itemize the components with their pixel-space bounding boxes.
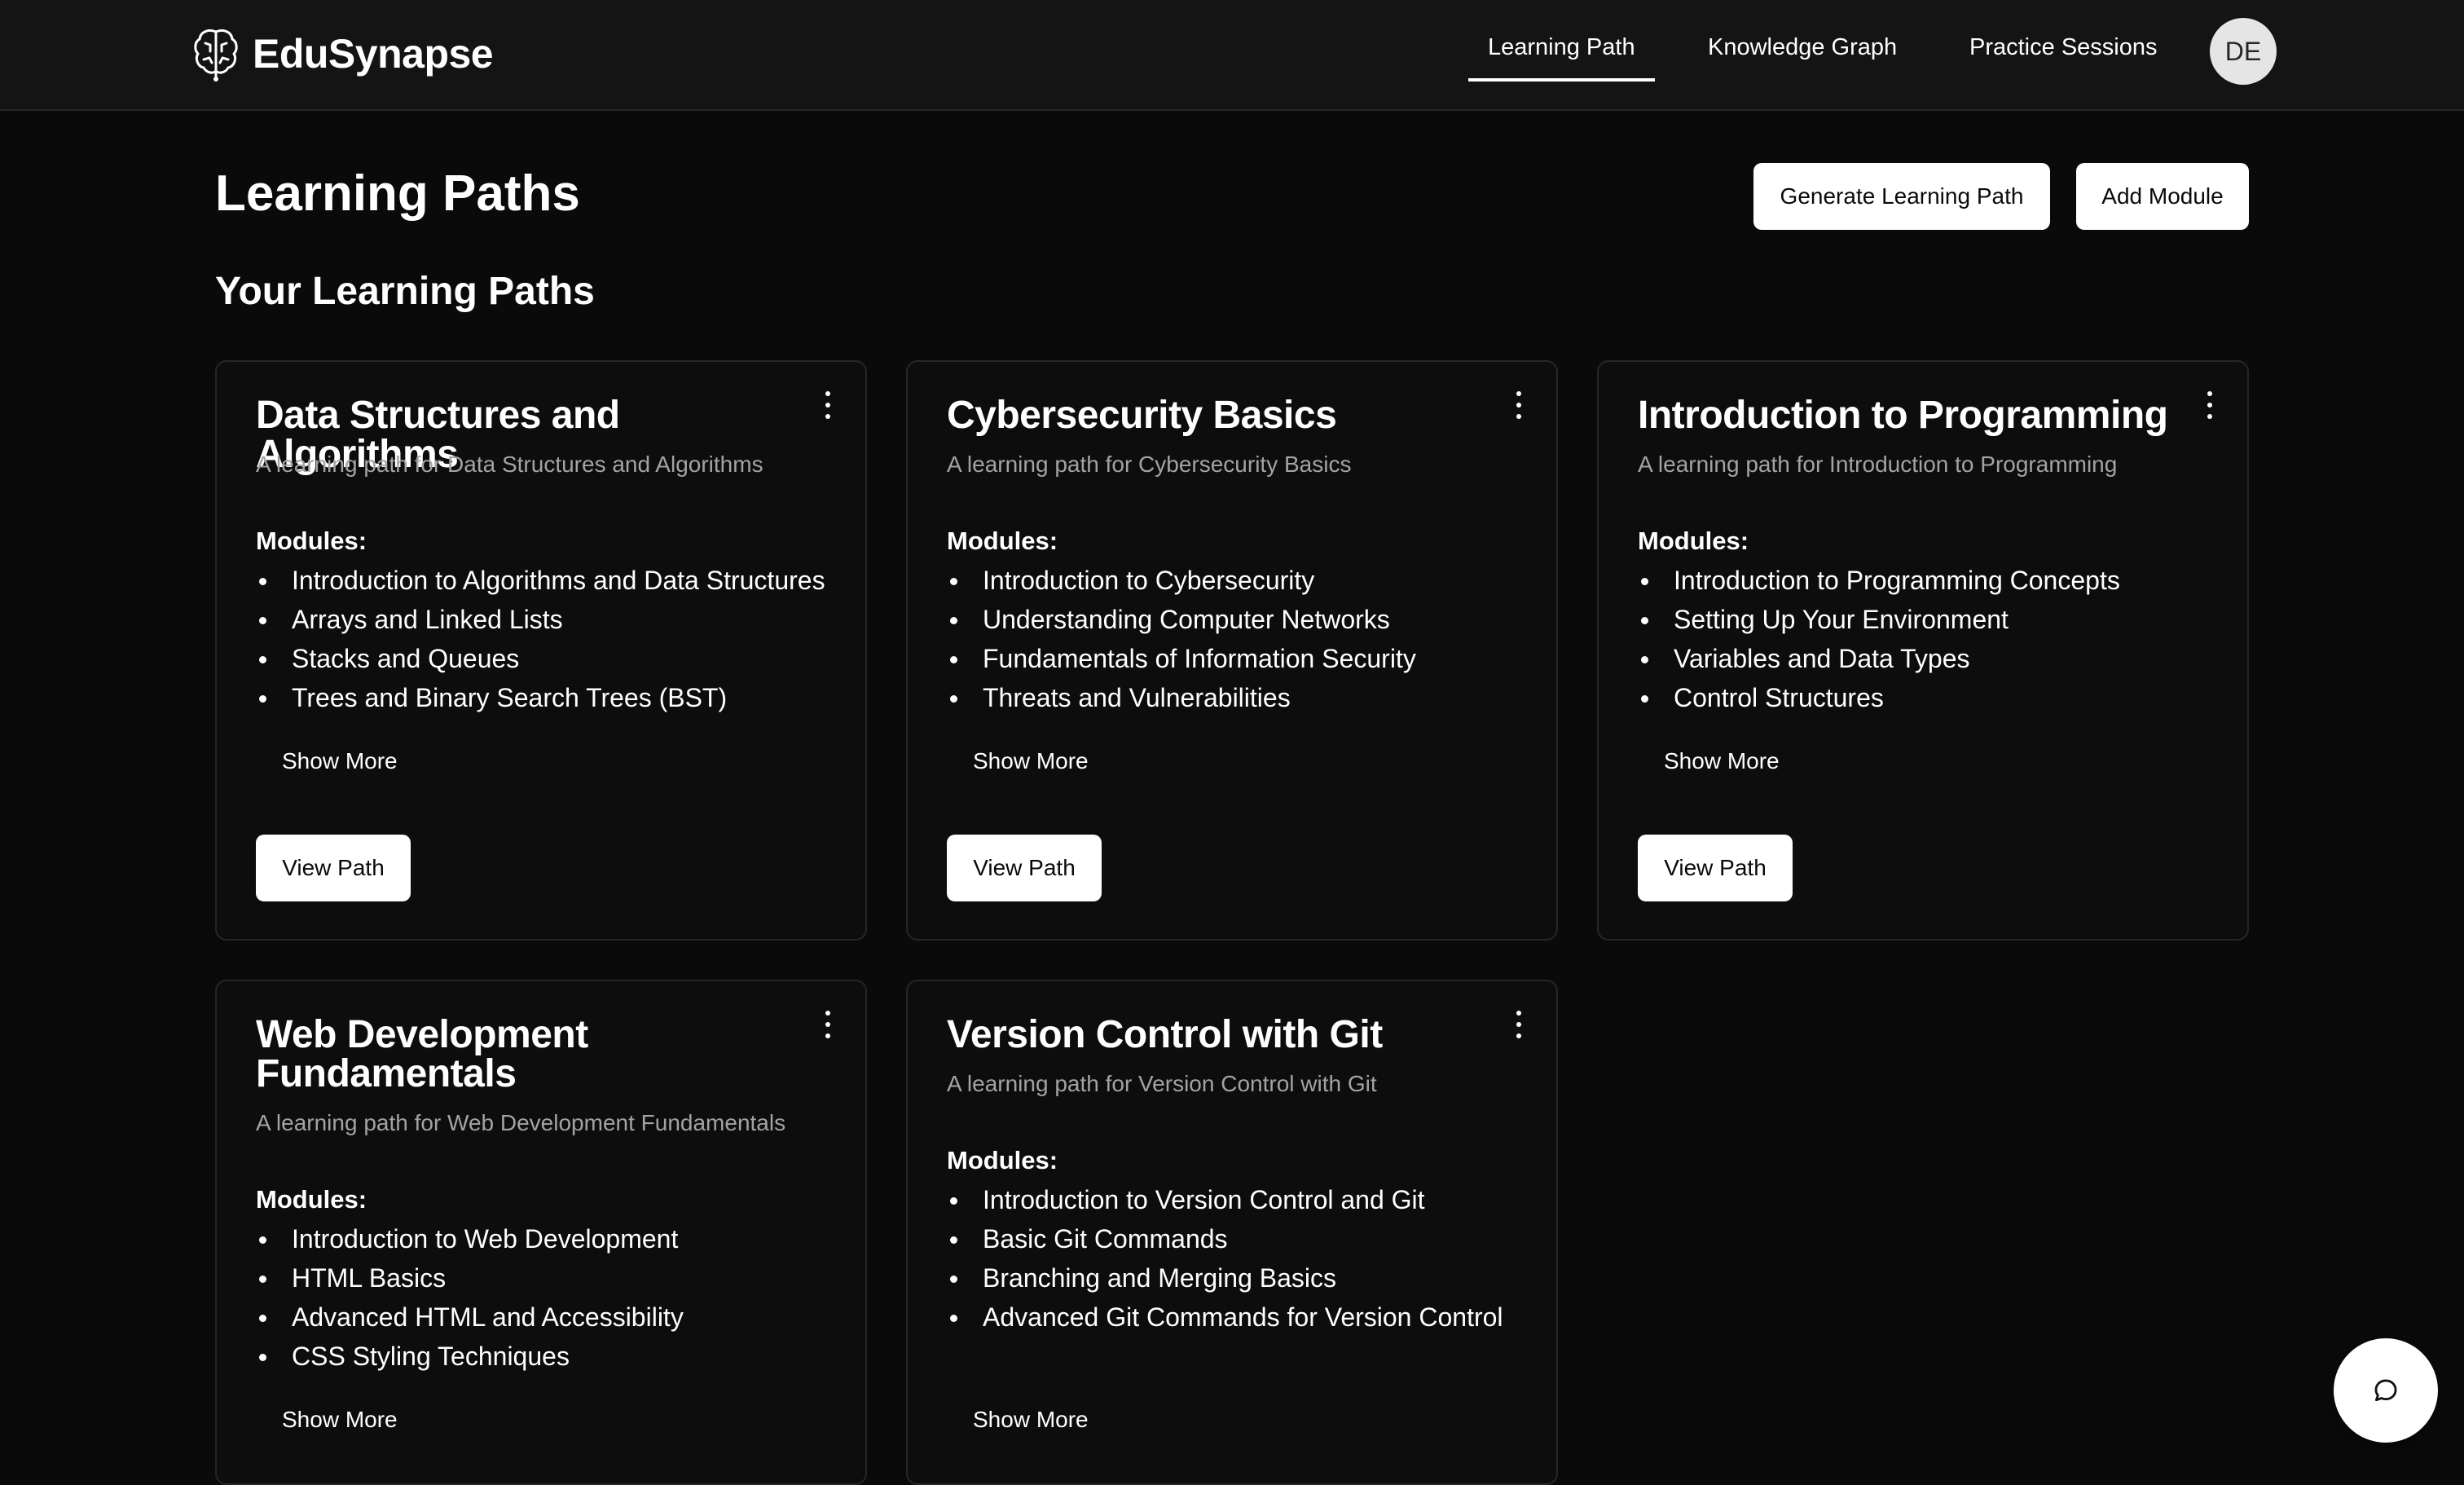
more-options-icon[interactable] (823, 391, 833, 419)
module-item: HTML Basics (256, 1258, 684, 1298)
card-description: A learning path for Data Structures and … (256, 452, 763, 477)
show-more-button[interactable]: Show More (973, 748, 1089, 774)
module-item: Branching and Merging Basics (947, 1258, 1503, 1298)
module-item: Understanding Computer Networks (947, 600, 1416, 639)
module-item: Variables and Data Types (1638, 639, 2120, 678)
add-module-button[interactable]: Add Module (2076, 163, 2249, 230)
nav-learning-path[interactable]: Learning Path (1468, 34, 1655, 82)
modules-list: Introduction to Web Development HTML Bas… (256, 1219, 684, 1376)
card-description: A learning path for Introduction to Prog… (1638, 452, 2118, 477)
card-title: Cybersecurity Basics (947, 394, 1337, 437)
module-item: Advanced Git Commands for Version Contro… (947, 1298, 1503, 1337)
brain-icon (194, 29, 238, 82)
more-options-icon[interactable] (1514, 1011, 1524, 1038)
module-item: Setting Up Your Environment (1638, 600, 2120, 639)
more-options-icon[interactable] (823, 1011, 833, 1038)
modules-label: Modules: (256, 527, 367, 555)
nav-practice-sessions[interactable]: Practice Sessions (1969, 34, 2158, 77)
top-navbar: EduSynapse Learning Path Knowledge Graph… (0, 0, 2464, 111)
brand-logo[interactable]: EduSynapse (192, 24, 494, 83)
modules-label: Modules: (256, 1185, 367, 1214)
card-description: A learning path for Version Control with… (947, 1071, 1377, 1096)
modules-label: Modules: (1638, 527, 1749, 555)
learning-path-card: Version Control with Git A learning path… (906, 980, 1558, 1485)
modules-list: Introduction to Version Control and Git … (947, 1180, 1503, 1337)
module-item: Introduction to Cybersecurity (947, 561, 1416, 600)
module-item: Introduction to Web Development (256, 1219, 684, 1258)
nav-knowledge-graph[interactable]: Knowledge Graph (1708, 34, 1897, 77)
learning-path-card: Introduction to Programming A learning p… (1597, 360, 2249, 941)
section-title: Your Learning Paths (215, 270, 595, 313)
show-more-button[interactable]: Show More (973, 1407, 1089, 1433)
modules-label: Modules: (947, 527, 1058, 555)
modules-list: Introduction to Programming Concepts Set… (1638, 561, 2120, 717)
card-title: Web Development Fundamentals (256, 1013, 588, 1095)
learning-path-card: Web Development Fundamentals A learning … (215, 980, 867, 1485)
view-path-button[interactable]: View Path (1638, 835, 1793, 901)
module-item: Arrays and Linked Lists (256, 600, 825, 639)
module-item: Stacks and Queues (256, 639, 825, 678)
show-more-button[interactable]: Show More (1664, 748, 1780, 774)
learning-path-card: Cybersecurity Basics A learning path for… (906, 360, 1558, 941)
module-item: Control Structures (1638, 678, 2120, 717)
modules-list: Introduction to Cybersecurity Understand… (947, 561, 1416, 717)
modules-list: Introduction to Algorithms and Data Stru… (256, 561, 825, 717)
module-item: Threats and Vulnerabilities (947, 678, 1416, 717)
learning-path-card: Data Structures and Algorithms A learnin… (215, 360, 867, 941)
card-description: A learning path for Cybersecurity Basics (947, 452, 1352, 477)
module-item: Trees and Binary Search Trees (BST) (256, 678, 825, 717)
page-title: Learning Paths (215, 165, 580, 222)
user-avatar[interactable]: DE (2210, 18, 2277, 85)
module-item: Basic Git Commands (947, 1219, 1503, 1258)
modules-label: Modules: (947, 1146, 1058, 1174)
module-item: Advanced HTML and Accessibility (256, 1298, 684, 1337)
card-description: A learning path for Web Development Fund… (256, 1110, 786, 1135)
more-options-icon[interactable] (2205, 391, 2215, 419)
module-item: CSS Styling Techniques (256, 1337, 684, 1376)
chat-bubble-icon (2374, 1379, 2397, 1402)
generate-learning-path-button[interactable]: Generate Learning Path (1753, 163, 2050, 230)
view-path-button[interactable]: View Path (947, 835, 1102, 901)
app-name: EduSynapse (253, 31, 494, 77)
show-more-button[interactable]: Show More (282, 748, 398, 774)
view-path-button[interactable]: View Path (256, 835, 411, 901)
chat-button[interactable] (2334, 1338, 2438, 1443)
module-item: Introduction to Algorithms and Data Stru… (256, 561, 825, 600)
card-title: Version Control with Git (947, 1013, 1383, 1056)
module-item: Introduction to Version Control and Git (947, 1180, 1503, 1219)
card-title: Introduction to Programming (1638, 394, 2168, 437)
module-item: Fundamentals of Information Security (947, 639, 1416, 678)
show-more-button[interactable]: Show More (282, 1407, 398, 1433)
module-item: Introduction to Programming Concepts (1638, 561, 2120, 600)
more-options-icon[interactable] (1514, 391, 1524, 419)
